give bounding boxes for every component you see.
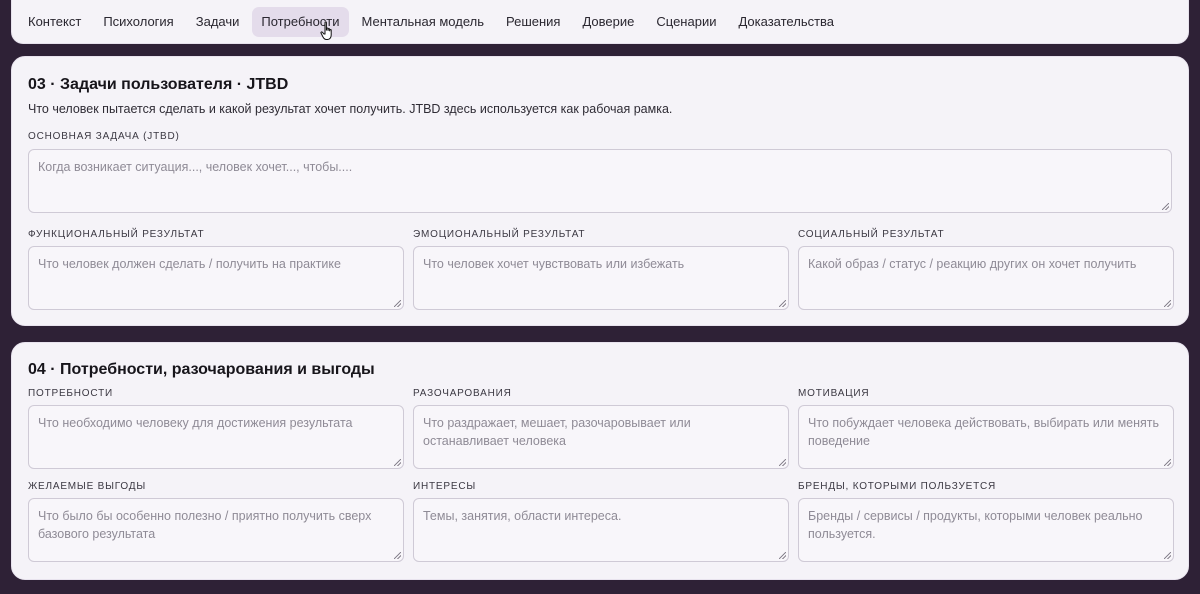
interests-label: ИНТЕРЕСЫ [413, 481, 477, 492]
tab-psychology[interactable]: Психология [94, 7, 182, 37]
section-nav: Контекст Психология Задачи Потребности М… [11, 0, 1189, 44]
functional-result-label: ФУНКЦИОНАЛЬНЫЙ РЕЗУЛЬТАТ [28, 229, 205, 240]
needs-textarea[interactable]: Что необходимо человеку для достижения р… [28, 405, 404, 469]
main-job-label: ОСНОВНАЯ ЗАДАЧА (JTBD) [28, 131, 180, 142]
emotional-result-label: ЭМОЦИОНАЛЬНЫЙ РЕЗУЛЬТАТ [413, 229, 586, 240]
desired-gains-textarea[interactable]: Что было бы особенно полезно / приятно п… [28, 498, 404, 562]
emotional-result-textarea[interactable]: Что человек хочет чувствовать или избежа… [413, 246, 789, 310]
hand-pointer-icon [320, 21, 332, 40]
frustrations-textarea[interactable]: Что раздражает, мешает, разочаровывает и… [413, 405, 789, 469]
section-title: 04 · Потребности, разочарования и выгоды [28, 361, 375, 378]
tab-trust[interactable]: Доверие [573, 7, 643, 37]
brands-textarea[interactable]: Бренды / сервисы / продукты, которыми че… [798, 498, 1174, 562]
motivation-label: МОТИВАЦИЯ [798, 388, 870, 399]
brands-label: БРЕНДЫ, КОТОРЫМИ ПОЛЬЗУЕТСЯ [798, 481, 997, 492]
social-result-textarea[interactable]: Какой образ / статус / реакцию других он… [798, 246, 1174, 310]
tab-mental-model[interactable]: Ментальная модель [353, 7, 493, 37]
main-job-textarea[interactable]: Когда возникает ситуация..., человек хоч… [28, 149, 1172, 213]
desired-gains-label: ЖЕЛАЕМЫЕ ВЫГОДЫ [28, 481, 146, 492]
interests-textarea[interactable]: Темы, занятия, области интереса. [413, 498, 789, 562]
social-result-label: СОЦИАЛЬНЫЙ РЕЗУЛЬТАТ [798, 229, 945, 240]
section-needs-card: 04 · Потребности, разочарования и выгоды… [11, 342, 1189, 580]
tab-scenarios[interactable]: Сценарии [647, 7, 725, 37]
tab-evidence[interactable]: Доказательства [729, 7, 843, 37]
needs-label: ПОТРЕБНОСТИ [28, 388, 113, 399]
section-description: Что человек пытается сделать и какой рез… [28, 102, 673, 116]
functional-result-textarea[interactable]: Что человек должен сделать / получить на… [28, 246, 404, 310]
frustrations-label: РАЗОЧАРОВАНИЯ [413, 388, 512, 399]
section-jobs-card: 03 · Задачи пользователя · JTBD Что чело… [11, 56, 1189, 326]
tab-jobs[interactable]: Задачи [187, 7, 249, 37]
section-title: 03 · Задачи пользователя · JTBD [28, 76, 289, 93]
tab-context[interactable]: Контекст [19, 7, 90, 37]
tab-decisions[interactable]: Решения [497, 7, 569, 37]
motivation-textarea[interactable]: Что побуждает человека действовать, выби… [798, 405, 1174, 469]
